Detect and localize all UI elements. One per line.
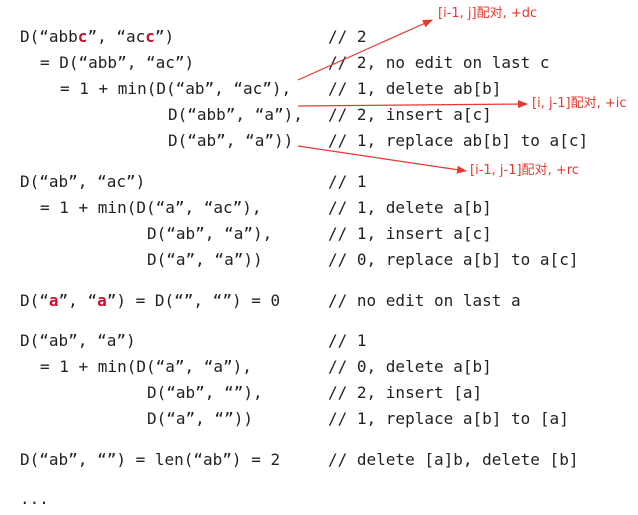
code-comment: // delete [a]b, delete [b] [328,450,579,469]
code-comment: // 1, replace ab[b] to a[c] [328,131,589,150]
code-comment: // 0, delete a[b] [328,357,492,376]
code-line: D(“abbc”, “acc”) [20,27,174,47]
highlighted-char: a [48,291,59,310]
code-comment: // 0, replace a[b] to a[c] [328,250,579,269]
code-line: D(“abb”, “a”), [168,105,303,124]
code-line: = 1 + min(D(“a”, “ac”), [40,198,262,217]
edit-distance-derivation: D(“abbc”, “acc”) // 2 = D(“abb”, “ac”) /… [0,0,638,515]
code-line: D(“ab”, “a”)) [168,131,294,150]
code-text: D(“abb [20,27,78,46]
code-comment: // 1, replace a[b] to [a] [328,409,569,428]
code-comment: // 2 [328,27,367,46]
code-line: D(“ab”, “ac”) [20,172,146,191]
highlighted-char: c [145,27,155,46]
highlighted-char: c [77,27,88,46]
code-comment: // 2, insert a[c] [328,105,492,124]
annotation-insert: [i, j-1]配对, +ic [532,96,627,111]
code-line: D(“a”, “a”)) [147,250,263,269]
code-text: ”) = D(“”, “”) = 0 [106,291,281,310]
code-line: D(“a”, “a”) = D(“”, “”) = 0 [20,291,280,311]
code-comment: // 1 [328,172,367,191]
code-line: = 1 + min(D(“a”, “a”), [40,357,252,376]
code-line: D(“ab”, “”) = len(“ab”) = 2 [20,450,281,469]
code-text: D(“ [20,291,49,310]
code-comment: // no edit on last a [328,291,521,310]
code-line: D(“a”, “”)) [147,409,253,428]
annotation-delete: [i-1, j]配对, +dc [438,6,538,21]
code-comment: // 1, delete a[b] [328,198,492,217]
code-line: D(“ab”, “a”) [20,331,136,350]
code-comment: // 1, insert a[c] [328,224,492,243]
code-text: ”) [154,27,175,46]
code-comment: // 1, delete ab[b] [328,79,502,98]
ellipsis: ... [20,489,49,508]
code-comment: // 1 [328,331,367,350]
code-line: D(“ab”, “a”), [147,224,273,243]
annotation-replace: [i-1, j-1]配对, +rc [470,163,579,178]
code-line: = D(“abb”, “ac”) [40,53,195,72]
code-line: = 1 + min(D(“ab”, “ac”), [60,79,292,98]
code-line: D(“ab”, “”), [147,383,263,402]
code-comment: // 2, insert [a] [328,383,483,402]
highlighted-char: a [97,291,107,310]
code-comment: // 2, no edit on last c [328,53,550,72]
code-text: ”, “ [58,291,98,310]
code-text: ”, “ac [87,27,146,46]
